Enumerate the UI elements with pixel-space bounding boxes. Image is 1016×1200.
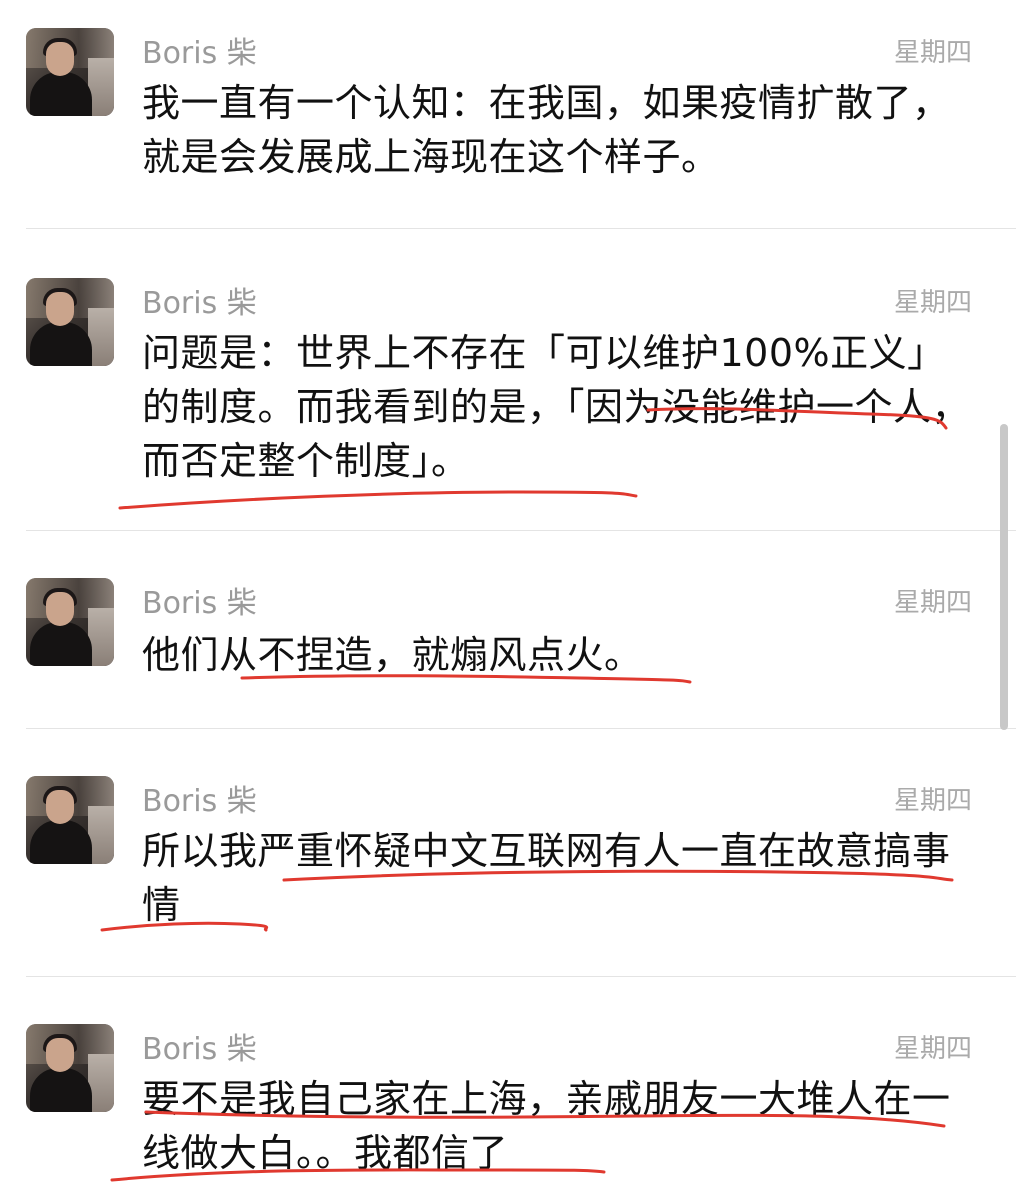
message-time: 星期四 — [893, 786, 972, 816]
avatar[interactable] — [26, 1024, 114, 1112]
message-text: 他们从不捏造，就煽风点火。 — [142, 633, 643, 677]
avatar[interactable] — [26, 28, 114, 116]
message-text: 问题是：世界上不存在「可以维护100%正义」的制度。而我看到的是，「因为没能维护… — [142, 331, 971, 483]
message-text: 要不是我自己家在上海，亲戚朋友一大堆人在一线做大白。。我都信了 — [142, 1077, 951, 1175]
message-time: 星期四 — [893, 38, 972, 68]
underline-annotation — [118, 490, 638, 510]
avatar[interactable] — [26, 578, 114, 666]
divider — [26, 228, 1016, 229]
divider — [26, 728, 1016, 729]
avatar[interactable] — [26, 278, 114, 366]
message-text: 所以我严重怀疑中文互联网有人一直在故意搞事情 — [142, 829, 951, 927]
divider — [26, 976, 1016, 977]
sender-name: Boris 柴 — [142, 1032, 257, 1067]
sender-name: Boris 柴 — [142, 586, 257, 621]
message-text: 我一直有一个认知：在我国，如果疫情扩散了，就是会发展成上海现在这个样子。 — [142, 81, 951, 179]
divider — [26, 530, 1016, 531]
message-time: 星期四 — [893, 588, 972, 618]
avatar[interactable] — [26, 776, 114, 864]
message-time: 星期四 — [893, 1034, 972, 1064]
message-time: 星期四 — [893, 288, 972, 318]
sender-name: Boris 柴 — [142, 784, 257, 819]
scrollbar[interactable] — [1000, 424, 1008, 730]
sender-name: Boris 柴 — [142, 36, 257, 71]
sender-name: Boris 柴 — [142, 286, 257, 321]
